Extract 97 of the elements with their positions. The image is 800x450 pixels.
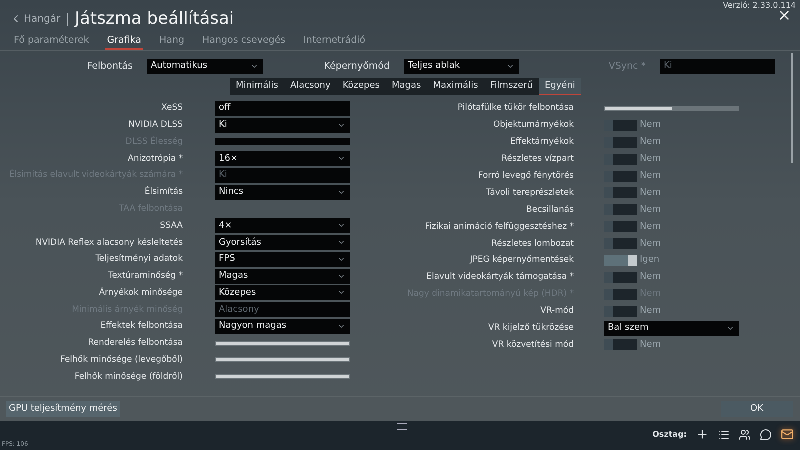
handle-icon[interactable] bbox=[397, 423, 407, 430]
dropdown[interactable]: Bal szem bbox=[604, 320, 739, 336]
close-icon[interactable] bbox=[777, 8, 792, 23]
dropdown[interactable]: Magas bbox=[215, 268, 350, 284]
value-field: Ki bbox=[660, 58, 775, 74]
setting-label: NVIDIA Reflex alacsony késleltetés bbox=[34, 238, 184, 248]
toggle-value: Nem bbox=[640, 188, 662, 198]
setting-label: VR közvetítési mód bbox=[491, 340, 575, 350]
chat-icon[interactable] bbox=[760, 428, 772, 440]
setting-label: Objektumárnyékok bbox=[492, 120, 575, 130]
squad-label: Osztag: bbox=[652, 430, 687, 439]
setting-label: JPEG képernyőmentések bbox=[468, 255, 575, 266]
toggle-value: Nem bbox=[640, 238, 662, 249]
toggle-switch[interactable] bbox=[604, 170, 637, 182]
toggle-switch[interactable] bbox=[604, 306, 637, 317]
toggle-switch[interactable] bbox=[604, 221, 637, 232]
preset-tab[interactable]: Egyéni bbox=[538, 78, 582, 95]
tab[interactable]: Hangos csevegés bbox=[200, 32, 288, 50]
toggle-value: Nem bbox=[640, 306, 662, 316]
setting-label: Pilótafülke tükör felbontása bbox=[456, 103, 575, 114]
preset-tab[interactable]: Filmszerű bbox=[484, 78, 539, 95]
toggle-value: Nem bbox=[640, 120, 662, 130]
setting-label: Árnyékok minősége bbox=[98, 288, 184, 298]
setting-label: Effektek felbontása bbox=[100, 321, 184, 332]
setting-label: Felbontás bbox=[86, 60, 134, 72]
value-field: Alacsony bbox=[215, 302, 350, 318]
setting-label: Anizotrópia * bbox=[127, 154, 184, 164]
tab[interactable]: Grafika bbox=[105, 32, 144, 50]
dropdown[interactable]: 4× bbox=[215, 218, 350, 234]
setting-label: Textúraminőség * bbox=[107, 271, 184, 282]
slider-track[interactable] bbox=[604, 106, 739, 111]
setting-label: Forró levegő fénytörés bbox=[477, 171, 575, 181]
mail-icon[interactable] bbox=[781, 428, 794, 441]
toggle-switch[interactable] bbox=[604, 187, 637, 198]
page-title: Játszma beállításai bbox=[74, 9, 234, 29]
dropdown[interactable]: 16× bbox=[215, 151, 350, 166]
tab[interactable]: Internetrádió bbox=[302, 32, 368, 50]
value-field: Ki bbox=[215, 168, 350, 183]
setting-label: Részletes vízpart bbox=[500, 154, 575, 164]
setting-label: Képernyőmód bbox=[323, 60, 391, 72]
toggle-value: Igen bbox=[640, 255, 660, 266]
version-text: Verzió: 2.33.0.114 bbox=[723, 1, 796, 10]
preset-tab[interactable]: Alacsony bbox=[284, 78, 337, 95]
dropdown[interactable]: Ki bbox=[215, 118, 350, 133]
toggle-switch[interactable] bbox=[604, 238, 637, 250]
setting-label: NVIDIA DLSS bbox=[128, 120, 184, 130]
dropdown[interactable]: FPS bbox=[215, 252, 350, 267]
toggle-value: Nem bbox=[640, 137, 662, 148]
toggle-value: Nem bbox=[640, 222, 662, 232]
setting-label: Fizikai animáció felfüggesztéshez * bbox=[424, 222, 575, 232]
back-link[interactable]: Hangár bbox=[10, 13, 61, 25]
dropdown[interactable]: Nincs bbox=[215, 184, 350, 200]
setting-label: Renderelés felbontása bbox=[87, 338, 184, 348]
benchmark-button[interactable]: GPU teljesítmény mérés bbox=[6, 401, 120, 417]
setting-label: Távoli tereprészletek bbox=[485, 188, 575, 198]
toggle-value: Nem bbox=[640, 154, 662, 164]
preset-tab[interactable]: Közepes bbox=[336, 78, 386, 95]
preset-tab[interactable]: Maximális bbox=[427, 78, 484, 95]
dropdown[interactable]: Nagyon magas bbox=[215, 318, 350, 334]
toggle-switch[interactable] bbox=[604, 154, 637, 165]
setting-label: Becsillanás bbox=[526, 204, 575, 215]
dropdown[interactable]: Automatikus bbox=[147, 58, 263, 74]
toggle-switch[interactable] bbox=[604, 204, 637, 216]
toggle-value: Nem bbox=[640, 272, 662, 282]
setting-label: Effektárnyékok bbox=[509, 137, 575, 148]
toggle-switch[interactable] bbox=[604, 254, 637, 266]
setting-label: VSync * bbox=[608, 60, 647, 72]
setting-label: Élsimítás bbox=[144, 187, 184, 198]
ok-button[interactable]: OK bbox=[721, 401, 793, 417]
preset-tab[interactable]: Magas bbox=[386, 78, 428, 95]
toggle-value: Nem bbox=[640, 340, 662, 350]
preset-tab[interactable]: Minimális bbox=[230, 78, 284, 95]
setting-label: SSAA bbox=[159, 220, 184, 231]
setting-label: VR kijelző tükrözése bbox=[487, 323, 575, 334]
scrollbar[interactable] bbox=[791, 53, 793, 163]
plus-icon[interactable] bbox=[696, 428, 709, 441]
setting-label: Teljesítményi adatok bbox=[94, 254, 184, 264]
toggle-switch[interactable] bbox=[604, 339, 637, 350]
dropdown[interactable]: Gyorsítás bbox=[215, 235, 350, 250]
toggle-value: Nem bbox=[640, 204, 662, 215]
setting-label: Részletes lombozat bbox=[490, 238, 575, 249]
toggle-switch[interactable] bbox=[604, 136, 637, 148]
toggle-switch[interactable] bbox=[604, 120, 637, 131]
setting-label: Elavult videokártyák támogatása * bbox=[426, 272, 575, 282]
tab[interactable]: Hang bbox=[157, 32, 187, 50]
tab[interactable]: Fő paraméterek bbox=[12, 32, 92, 50]
setting-label: VR-mód bbox=[540, 306, 575, 316]
separator: | bbox=[66, 12, 70, 26]
value-field[interactable]: off bbox=[215, 100, 350, 116]
setting-label: XeSS bbox=[160, 103, 184, 114]
setting-label: Felhők minősége (földről) bbox=[74, 372, 184, 382]
toggle-value: Nem bbox=[640, 171, 662, 181]
toggle-switch[interactable] bbox=[604, 272, 637, 283]
dropdown[interactable]: Teljes ablak bbox=[404, 58, 519, 74]
dropdown[interactable]: Közepes bbox=[215, 285, 350, 300]
users-icon[interactable] bbox=[739, 428, 751, 440]
setting-label: Felhők minősége (levegőből) bbox=[60, 354, 184, 365]
